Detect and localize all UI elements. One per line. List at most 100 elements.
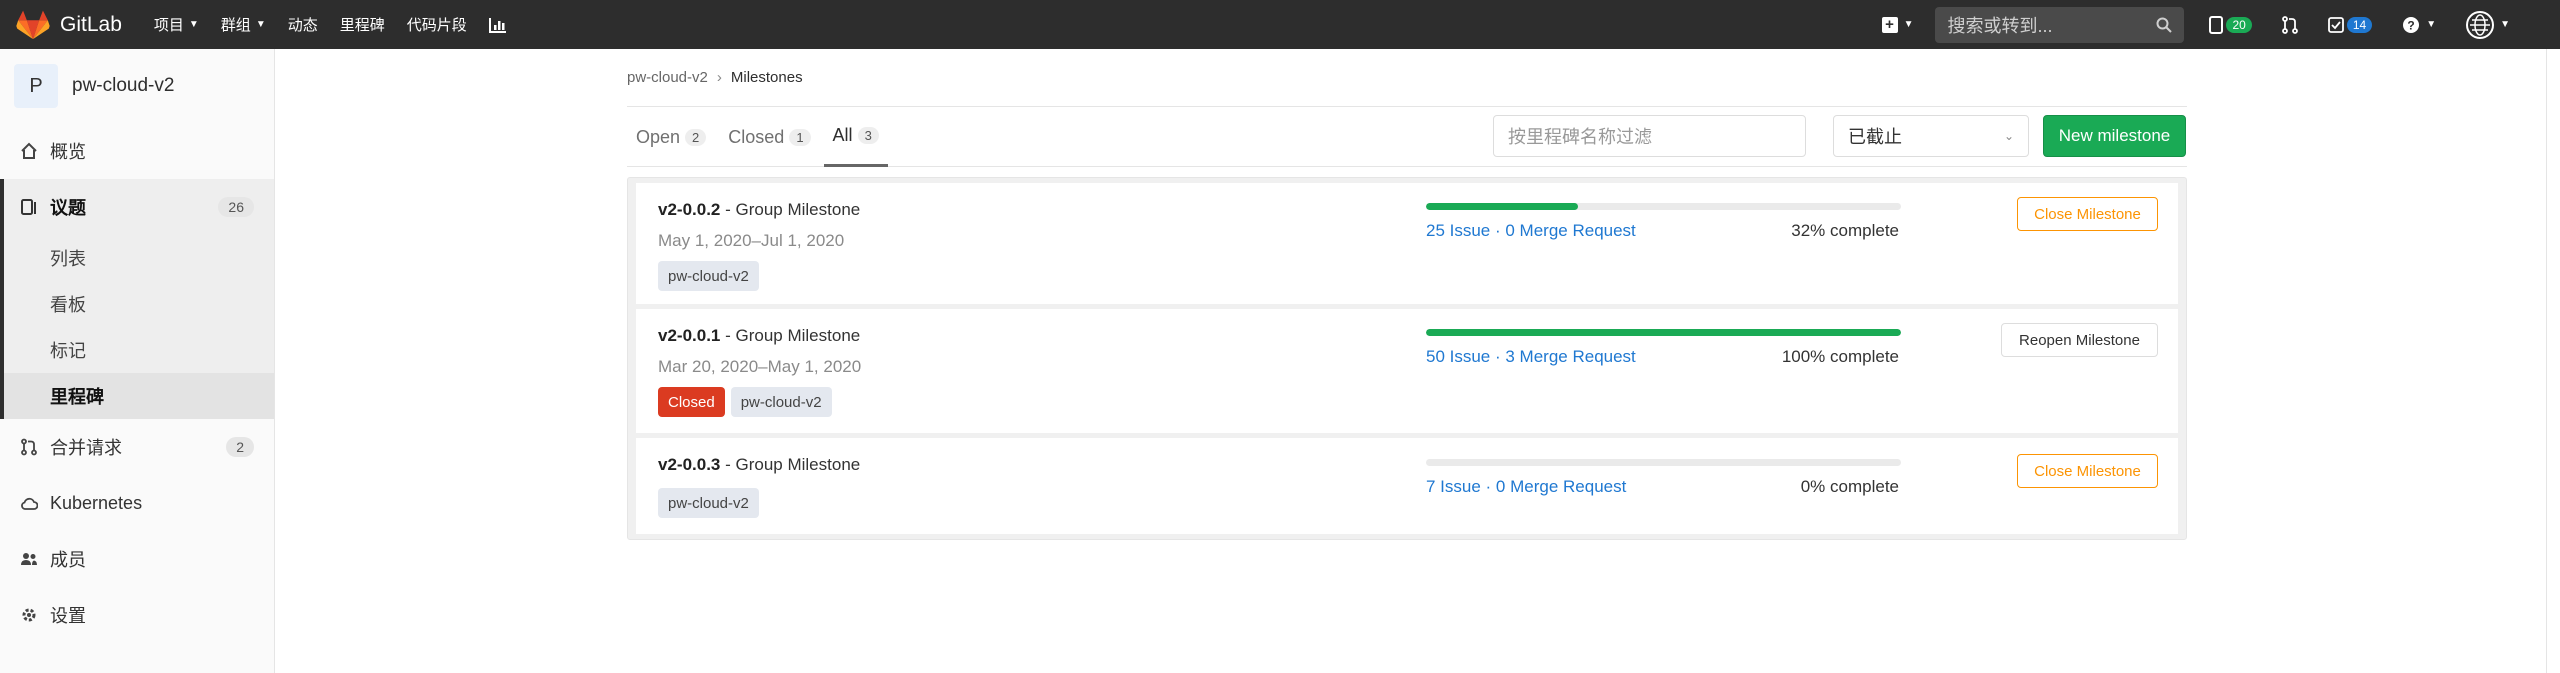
milestone-tags: Closed pw-cloud-v2	[658, 387, 832, 417]
sidebar-item-merge-requests[interactable]: 合并请求 2	[0, 419, 274, 475]
milestone-counts-link[interactable]: 7 Issue · 0 Merge Request	[1426, 477, 1626, 497]
sidebar-item-label: Kubernetes	[50, 492, 143, 513]
milestone-title[interactable]: v2-0.0.2 - Group Milestone	[658, 200, 860, 220]
breadcrumb-parent-link[interactable]: pw-cloud-v2	[627, 69, 708, 86]
menu-milestones[interactable]: 里程碑	[340, 14, 385, 35]
project-avatar: P	[14, 64, 58, 108]
milestone-name: v2-0.0.3	[658, 455, 721, 474]
new-milestone-button[interactable]: New milestone	[2043, 115, 2186, 157]
user-menu[interactable]: ▼	[2466, 10, 2510, 39]
svg-text:?: ?	[2408, 18, 2415, 32]
todos-link[interactable]: 14	[2327, 16, 2373, 33]
milestone-filter-input[interactable]: 按里程碑名称过滤	[1493, 115, 1806, 157]
close-milestone-button[interactable]: Close Milestone	[2017, 454, 2158, 488]
milestone-type: - Group Milestone	[720, 326, 861, 345]
tab-all[interactable]: All 3	[823, 107, 888, 167]
sidebar: P pw-cloud-v2 概览 议题 26 列表 看板 标记 里程碑 合并请求…	[0, 49, 275, 673]
search-input[interactable]: 搜索或转到...	[1935, 6, 2185, 43]
sidebar-item-label: 设置	[50, 606, 86, 626]
menu-label: 代码片段	[406, 17, 467, 34]
sidebar-item-kubernetes[interactable]: Kubernetes	[0, 475, 274, 531]
sidebar-subitem-milestones[interactable]: 里程碑	[0, 373, 274, 419]
menu-label: 里程碑	[339, 17, 385, 34]
page-scrollbar[interactable]	[2546, 49, 2560, 673]
home-icon	[21, 142, 37, 159]
issues-count-badge: 26	[218, 197, 254, 217]
chart-icon	[488, 17, 506, 33]
project-label[interactable]: pw-cloud-v2	[658, 261, 759, 291]
milestone-title[interactable]: v2-0.0.3 - Group Milestone	[658, 455, 860, 475]
milestone-name: v2-0.0.2	[658, 200, 721, 219]
close-milestone-button[interactable]: Close Milestone	[2017, 197, 2158, 231]
sidebar-item-members[interactable]: 成员	[0, 531, 274, 587]
new-dropdown-button[interactable]: + ▼	[1881, 16, 1914, 33]
issues-link[interactable]: 20	[2209, 15, 2252, 34]
milestone-row: v2-0.0.1 - Group Milestone Mar 20, 2020–…	[636, 309, 2178, 433]
gitlab-logo-icon	[16, 10, 50, 39]
menu-groups[interactable]: 群组 ▼	[221, 14, 266, 35]
tab-open[interactable]: Open 2	[627, 107, 715, 167]
milestone-dates: Mar 20, 2020–May 1, 2020	[658, 357, 862, 376]
milestone-title[interactable]: v2-0.0.1 - Group Milestone	[658, 326, 860, 346]
cloud-icon	[21, 497, 38, 510]
chevron-right-icon: ›	[716, 69, 722, 86]
help-dropdown[interactable]: ? ▼	[2402, 16, 2436, 34]
chevron-down-icon: ▼	[255, 19, 266, 30]
sidebar-item-label: 成员	[50, 550, 86, 570]
gitlab-home-link[interactable]: GitLab	[0, 0, 122, 49]
milestone-counts-link[interactable]: 25 Issue · 0 Merge Request	[1426, 221, 1636, 241]
sort-select[interactable]: 已截止 ⌄	[1833, 115, 2029, 157]
menu-snippets[interactable]: 代码片段	[407, 14, 467, 35]
search-icon	[2156, 17, 2173, 33]
chevron-down-icon: ▼	[2500, 19, 2510, 30]
chevron-down-icon: ▼	[2426, 19, 2437, 30]
sidebar-subitem-labels[interactable]: 标记	[0, 327, 274, 373]
menu-activity[interactable]: 动态	[288, 14, 318, 35]
closed-status-badge: Closed	[658, 387, 725, 417]
milestone-dates: May 1, 2020–Jul 1, 2020	[658, 231, 845, 250]
issues-icon	[2209, 15, 2224, 34]
analytics-link[interactable]	[488, 17, 507, 33]
merge-requests-count-badge: 2	[226, 437, 254, 457]
sidebar-project-header[interactable]: P pw-cloud-v2	[0, 49, 274, 123]
tab-label: All	[832, 125, 853, 145]
milestone-type: - Group Milestone	[720, 455, 861, 474]
sidebar-subitem-boards[interactable]: 看板	[0, 281, 274, 327]
sidebar-item-overview[interactable]: 概览	[0, 123, 274, 179]
sidebar-item-label: 合并请求	[50, 438, 122, 458]
top-navbar: GitLab 项目 ▼ 群组 ▼ 动态 里程碑 代码片段 + ▼ 搜索或转到...	[0, 0, 2560, 49]
milestones-toolbar: Open 2 Closed 1 All 3 按里程碑名称过滤 已截止 ⌄ New…	[627, 107, 2187, 167]
project-name: pw-cloud-v2	[72, 75, 175, 96]
reopen-milestone-button[interactable]: Reopen Milestone	[2001, 323, 2158, 357]
tab-label: Open	[636, 126, 681, 147]
sort-select-value: 已截止	[1848, 127, 1902, 147]
plus-icon: +	[1881, 16, 1898, 33]
chevron-down-icon: ⌄	[2003, 129, 2014, 143]
milestone-progress-bar	[1426, 329, 1901, 336]
merge-request-icon	[2281, 15, 2298, 34]
project-label[interactable]: pw-cloud-v2	[730, 387, 832, 417]
gear-icon	[22, 608, 36, 622]
breadcrumb-current: Milestones	[730, 69, 803, 86]
chevron-down-icon: ▼	[188, 19, 199, 30]
merge-requests-link[interactable]	[2281, 15, 2298, 34]
user-avatar-globe-icon	[2466, 10, 2495, 39]
menu-projects[interactable]: 项目 ▼	[154, 14, 199, 35]
sidebar-item-label: 议题	[50, 198, 86, 218]
milestone-tags: pw-cloud-v2	[658, 488, 759, 518]
milestone-counts-link[interactable]: 50 Issue · 3 Merge Request	[1426, 347, 1636, 367]
milestone-progress-bar	[1426, 459, 1901, 466]
merge-request-icon	[21, 438, 37, 456]
breadcrumb: pw-cloud-v2 › Milestones	[627, 49, 2187, 107]
project-label[interactable]: pw-cloud-v2	[658, 488, 759, 518]
chevron-down-icon: ▼	[1903, 19, 1914, 30]
tab-closed[interactable]: Closed 1	[719, 107, 819, 167]
sidebar-subitem-list[interactable]: 列表	[0, 235, 274, 281]
menu-label: 项目	[153, 17, 184, 34]
users-icon	[21, 553, 37, 565]
issues-submenu: 列表 看板 标记 里程碑	[0, 235, 274, 419]
sidebar-item-settings[interactable]: 设置	[0, 587, 274, 643]
menu-label: 群组	[220, 17, 251, 34]
sidebar-item-issues[interactable]: 议题 26	[0, 179, 274, 235]
milestone-percent-complete: 100% complete	[1781, 347, 1899, 366]
